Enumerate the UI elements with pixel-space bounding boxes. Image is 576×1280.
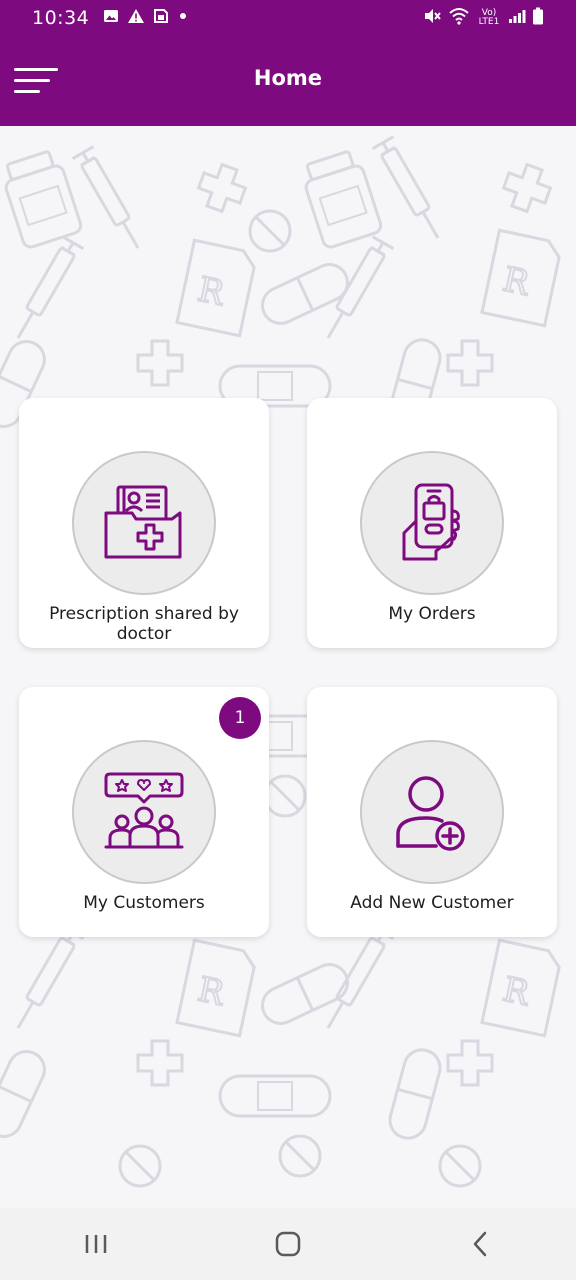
pharmacy-pattern-background: R xyxy=(0,135,564,1188)
system-nav-bar xyxy=(0,1208,576,1280)
notification-badge: 1 xyxy=(219,697,261,739)
image-icon xyxy=(103,8,119,28)
battery-icon xyxy=(532,7,544,29)
my-customers-tile[interactable]: My Customers 1 xyxy=(19,687,269,937)
mute-icon xyxy=(422,7,442,29)
wifi-icon xyxy=(448,7,470,29)
tile-icon-circle xyxy=(360,740,504,884)
tile-icon-circle xyxy=(360,451,504,595)
network-label: Vo) LTE1 xyxy=(478,8,500,27)
tile-label: Prescription shared by doctor xyxy=(49,604,239,640)
prescription-folder-icon xyxy=(104,485,182,559)
warning-icon xyxy=(127,8,145,28)
tile-icon-circle xyxy=(72,740,216,884)
home-icon[interactable] xyxy=(258,1219,318,1269)
sim-icon xyxy=(153,8,169,28)
status-bar: 10:34 Vo) LTE1 xyxy=(0,0,576,36)
back-icon[interactable] xyxy=(450,1219,510,1269)
prescription-shared-tile[interactable]: Prescription shared by doctor xyxy=(19,398,269,648)
dot-icon xyxy=(177,8,189,28)
page-title: Home xyxy=(253,66,323,90)
home-content: R Prescription shared by doctor My Order… xyxy=(0,126,576,1208)
recent-apps-icon[interactable] xyxy=(66,1219,126,1269)
app-bar: Home xyxy=(0,36,576,126)
tile-label: Add New Customer xyxy=(350,893,514,913)
signal-icon xyxy=(508,8,526,28)
phone-shopping-icon xyxy=(402,483,460,561)
add-user-icon xyxy=(396,776,465,851)
my-orders-tile[interactable]: My Orders xyxy=(307,398,557,648)
tile-icon-circle xyxy=(72,451,216,595)
status-time: 10:34 xyxy=(32,7,90,29)
add-new-customer-tile[interactable]: Add New Customer xyxy=(307,687,557,937)
customers-review-icon xyxy=(104,772,184,849)
tile-label: My Customers xyxy=(83,893,205,913)
tile-label: My Orders xyxy=(388,604,476,624)
